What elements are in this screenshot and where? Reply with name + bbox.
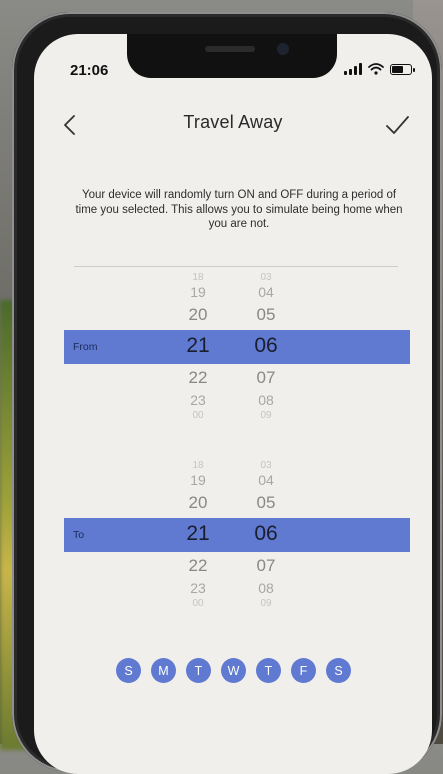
signal-icon [344,63,362,75]
to-selection-band[interactable]: To 21 06 [64,518,410,552]
to-hour-below-2[interactable]: 23 [178,580,218,596]
to-hour-above-3[interactable]: 20 [178,493,218,513]
day-wednesday[interactable]: W [221,658,246,683]
to-minute-below-2[interactable]: 08 [246,580,286,596]
to-time-picker[interactable]: 18 03 19 04 20 05 To 21 06 22 07 23 08 0… [64,460,410,630]
front-camera [277,43,289,55]
to-hour-below-1[interactable]: 22 [178,556,218,576]
speaker-grille [205,46,255,52]
from-label: From [73,341,98,353]
from-minute-below-2[interactable]: 08 [246,392,286,408]
app-screen: 21:06 Travel Away Your device will rando… [34,34,432,774]
from-hour-below-2[interactable]: 23 [178,392,218,408]
wifi-icon [368,63,384,75]
day-saturday[interactable]: S [326,658,351,683]
from-hour-below-3[interactable]: 00 [178,410,218,421]
nav-bar: Travel Away [34,110,432,144]
checkmark-icon[interactable] [384,112,410,138]
to-minute-above-3[interactable]: 05 [246,493,286,513]
to-minute-below-3[interactable]: 09 [246,598,286,609]
day-sunday[interactable]: S [116,658,141,683]
day-monday[interactable]: M [151,658,176,683]
phone-frame: 21:06 Travel Away Your device will rando… [12,12,442,774]
divider [74,266,398,267]
page-title: Travel Away [183,112,283,132]
from-hour-below-1[interactable]: 22 [178,368,218,388]
battery-icon [390,63,415,75]
notch [127,34,337,78]
from-hour-above-3[interactable]: 20 [178,305,218,325]
day-friday[interactable]: F [291,658,316,683]
to-selected-minute[interactable]: 06 [246,522,286,546]
from-minute-below-3[interactable]: 09 [246,410,286,421]
from-minute-above-3[interactable]: 05 [246,305,286,325]
to-hour-below-3[interactable]: 00 [178,598,218,609]
to-selected-hour[interactable]: 21 [178,522,218,546]
to-minute-above-1[interactable]: 03 [246,460,286,471]
to-label: To [73,529,85,541]
from-minute-above-1[interactable]: 03 [246,272,286,283]
from-minute-above-2[interactable]: 04 [246,284,286,300]
to-hour-above-2[interactable]: 19 [178,472,218,488]
from-selection-band[interactable]: From 21 06 [64,330,410,364]
status-time: 21:06 [70,62,109,79]
from-hour-above-2[interactable]: 19 [178,284,218,300]
from-hour-above-1[interactable]: 18 [178,272,218,283]
status-icons [344,63,415,75]
day-thursday[interactable]: T [256,658,281,683]
from-time-picker[interactable]: 18 03 19 04 20 05 From 21 06 22 07 23 08… [64,272,410,442]
to-hour-above-1[interactable]: 18 [178,460,218,471]
day-selector: S M T W T F S [116,658,351,683]
from-minute-below-1[interactable]: 07 [246,368,286,388]
from-selected-hour[interactable]: 21 [178,334,218,358]
to-minute-below-1[interactable]: 07 [246,556,286,576]
to-minute-above-2[interactable]: 04 [246,472,286,488]
from-selected-minute[interactable]: 06 [246,334,286,358]
day-tuesday[interactable]: T [186,658,211,683]
description-text: Your device will randomly turn ON and OF… [75,189,403,230]
